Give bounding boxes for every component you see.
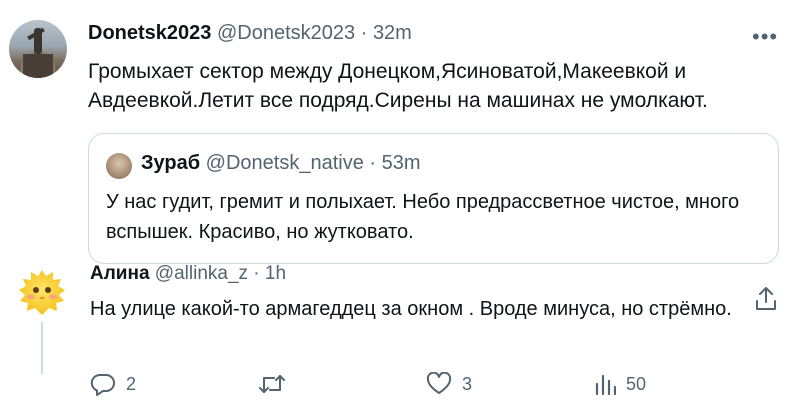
more-icon[interactable]: ••• — [752, 24, 778, 50]
reply-post-text: На улице какой-то армагеддец за окном . … — [90, 298, 732, 320]
reply-action[interactable]: 2 — [90, 372, 136, 396]
share-icon[interactable] — [754, 286, 778, 312]
quoted-avatar — [106, 153, 132, 179]
reply-count: 2 — [126, 373, 137, 394]
reply-post-header: Алина @allinka_z · 1h — [90, 263, 286, 285]
retweet-icon[interactable] — [258, 372, 286, 396]
main-time[interactable]: 32m — [373, 22, 412, 44]
reply-time[interactable]: 1h — [265, 263, 286, 284]
action-bar: 2 3 50 — [90, 372, 690, 400]
quoted-time: 53m — [381, 152, 421, 174]
main-post-text: Громыхает сектор между Донецком,Ясиноват… — [88, 60, 708, 112]
quoted-post-header: Зураб @Donetsk_native · 53m — [141, 152, 421, 175]
thread-line — [41, 322, 43, 374]
views-icon[interactable] — [594, 372, 616, 396]
quoted-handle: @Donetsk_native — [205, 152, 364, 174]
reply-handle[interactable]: @allinka_z — [155, 263, 248, 284]
reply-avatar[interactable] — [16, 266, 68, 318]
main-handle[interactable]: @Donetsk2023 — [217, 22, 355, 44]
main-separator: · — [360, 22, 368, 44]
main-post-header: Donetsk2023 @Donetsk2023 · 32m — [88, 22, 412, 45]
retweet-action[interactable] — [258, 372, 296, 396]
reply-icon[interactable] — [90, 372, 116, 396]
quoted-post-text: У нас гудит, гремит и полыхает. Небо пре… — [106, 191, 740, 243]
main-display-name[interactable]: Donetsk2023 — [88, 22, 211, 44]
quoted-separator: · — [369, 152, 377, 174]
views-count: 50 — [626, 373, 647, 394]
views-action[interactable]: 50 — [594, 372, 646, 396]
reply-separator: · — [253, 263, 260, 284]
quoted-post-card[interactable]: Зураб @Donetsk_native · 53m У нас гудит,… — [88, 133, 779, 264]
like-action[interactable]: 3 — [426, 372, 472, 396]
reply-display-name[interactable]: Алина — [90, 263, 150, 284]
main-avatar[interactable] — [9, 20, 67, 78]
quoted-display-name: Зураб — [141, 152, 201, 174]
like-count: 3 — [462, 373, 473, 394]
heart-icon[interactable] — [426, 372, 452, 396]
